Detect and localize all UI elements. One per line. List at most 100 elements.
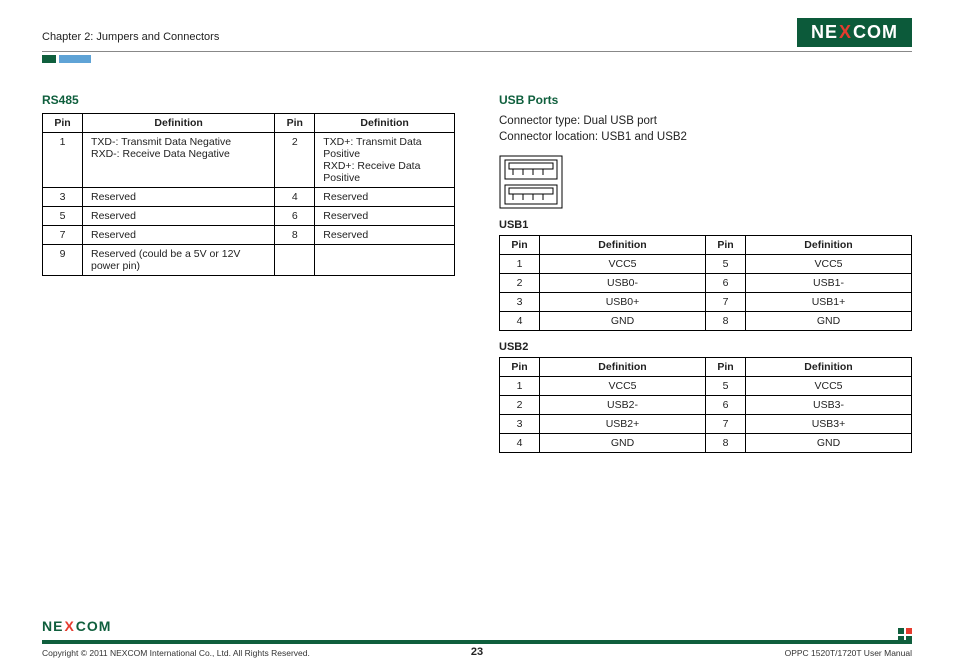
usb-desc-line2: Connector location: USB1 and USB2 bbox=[499, 131, 687, 143]
th-def: Definition bbox=[540, 358, 706, 377]
definition-cell: USB2- bbox=[540, 396, 706, 415]
definition-cell: Reserved bbox=[83, 188, 275, 207]
pin-cell: 5 bbox=[706, 255, 746, 274]
definition-cell: USB3- bbox=[746, 396, 912, 415]
usb1-table: Pin Definition Pin Definition 1VCC55VCC5… bbox=[499, 235, 912, 331]
pin-cell: 2 bbox=[500, 396, 540, 415]
th-def: Definition bbox=[540, 236, 706, 255]
definition-cell: VCC5 bbox=[746, 377, 912, 396]
th-pin: Pin bbox=[500, 358, 540, 377]
brand-logo: NEXCOM bbox=[797, 18, 912, 47]
pin-cell: 4 bbox=[500, 312, 540, 331]
definition-cell: Reserved bbox=[315, 207, 455, 226]
manual-name: OPPC 1520T/1720T User Manual bbox=[785, 648, 912, 658]
table-row: 5Reserved6Reserved bbox=[43, 207, 455, 226]
definition-cell: Reserved (could be a 5V or 12V power pin… bbox=[83, 245, 275, 276]
table-row: 1TXD-: Transmit Data NegativeRXD-: Recei… bbox=[43, 133, 455, 188]
th-def: Definition bbox=[746, 358, 912, 377]
table-row: 1VCC55VCC5 bbox=[500, 377, 912, 396]
pin-cell: 4 bbox=[275, 188, 315, 207]
th-pin: Pin bbox=[706, 236, 746, 255]
pin-cell: 6 bbox=[275, 207, 315, 226]
th-pin: Pin bbox=[275, 114, 315, 133]
definition-cell: Reserved bbox=[83, 226, 275, 245]
definition-cell: USB1+ bbox=[746, 293, 912, 312]
pin-cell: 2 bbox=[500, 274, 540, 293]
usb2-table: Pin Definition Pin Definition 1VCC55VCC5… bbox=[499, 357, 912, 453]
header-accent bbox=[42, 55, 912, 63]
usb2-title: USB2 bbox=[499, 341, 912, 353]
definition-cell: GND bbox=[746, 434, 912, 453]
pin-cell: 7 bbox=[706, 415, 746, 434]
th-pin: Pin bbox=[500, 236, 540, 255]
th-pin: Pin bbox=[706, 358, 746, 377]
pin-cell: 3 bbox=[500, 415, 540, 434]
pin-cell: 1 bbox=[500, 255, 540, 274]
definition-cell: GND bbox=[746, 312, 912, 331]
definition-cell: USB2+ bbox=[540, 415, 706, 434]
pin-cell: 5 bbox=[43, 207, 83, 226]
definition-cell: VCC5 bbox=[540, 377, 706, 396]
th-def: Definition bbox=[746, 236, 912, 255]
definition-cell: GND bbox=[540, 434, 706, 453]
usb-ports-title: USB Ports bbox=[499, 93, 912, 107]
rs485-title: RS485 bbox=[42, 93, 455, 107]
table-row: 2USB2-6USB3- bbox=[500, 396, 912, 415]
logo-text-post: COM bbox=[853, 22, 898, 43]
usb-connector-diagram bbox=[499, 155, 912, 209]
table-row: 3USB2+7USB3+ bbox=[500, 415, 912, 434]
pin-cell: 3 bbox=[43, 188, 83, 207]
definition-cell: USB3+ bbox=[746, 415, 912, 434]
pin-cell: 1 bbox=[43, 133, 83, 188]
definition-cell: USB0+ bbox=[540, 293, 706, 312]
usb-desc-line1: Connector type: Dual USB port bbox=[499, 115, 657, 127]
th-pin: Pin bbox=[43, 114, 83, 133]
pin-cell: 7 bbox=[706, 293, 746, 312]
definition-cell: USB0- bbox=[540, 274, 706, 293]
definition-cell: VCC5 bbox=[746, 255, 912, 274]
pin-cell bbox=[275, 245, 315, 276]
chapter-title: Chapter 2: Jumpers and Connectors bbox=[42, 31, 219, 47]
footer-bar bbox=[42, 640, 912, 644]
table-row: 9Reserved (could be a 5V or 12V power pi… bbox=[43, 245, 455, 276]
pin-cell: 6 bbox=[706, 274, 746, 293]
pin-cell: 8 bbox=[706, 434, 746, 453]
table-row: 4GND8GND bbox=[500, 312, 912, 331]
logo-text-x: X bbox=[839, 22, 852, 43]
copyright-text: Copyright © 2011 NEXCOM International Co… bbox=[42, 648, 310, 658]
table-row: 1VCC55VCC5 bbox=[500, 255, 912, 274]
definition-cell: Reserved bbox=[315, 226, 455, 245]
table-row: 4GND8GND bbox=[500, 434, 912, 453]
definition-cell: Reserved bbox=[315, 188, 455, 207]
pin-cell: 1 bbox=[500, 377, 540, 396]
pin-cell: 3 bbox=[500, 293, 540, 312]
pin-cell: 5 bbox=[706, 377, 746, 396]
definition-cell: TXD-: Transmit Data NegativeRXD-: Receiv… bbox=[83, 133, 275, 188]
definition-cell bbox=[315, 245, 455, 276]
table-row: 7Reserved8Reserved bbox=[43, 226, 455, 245]
pin-cell: 4 bbox=[500, 434, 540, 453]
pin-cell: 8 bbox=[706, 312, 746, 331]
table-row: 3USB0+7USB1+ bbox=[500, 293, 912, 312]
definition-cell: GND bbox=[540, 312, 706, 331]
table-row: 3Reserved4Reserved bbox=[43, 188, 455, 207]
pin-cell: 6 bbox=[706, 396, 746, 415]
page-number: 23 bbox=[471, 646, 483, 658]
pin-cell: 8 bbox=[275, 226, 315, 245]
definition-cell: USB1- bbox=[746, 274, 912, 293]
definition-cell: Reserved bbox=[83, 207, 275, 226]
pin-cell: 7 bbox=[43, 226, 83, 245]
usb1-title: USB1 bbox=[499, 219, 912, 231]
rs485-table: Pin Definition Pin Definition 1TXD-: Tra… bbox=[42, 113, 455, 276]
definition-cell: TXD+: Transmit Data PositiveRXD+: Receiv… bbox=[315, 133, 455, 188]
pin-cell: 2 bbox=[275, 133, 315, 188]
pin-cell: 9 bbox=[43, 245, 83, 276]
table-row: 2USB0-6USB1- bbox=[500, 274, 912, 293]
footer-logo: NEXCOM bbox=[42, 618, 111, 634]
header-rule bbox=[42, 51, 912, 52]
definition-cell: VCC5 bbox=[540, 255, 706, 274]
logo-text-pre: NE bbox=[811, 22, 838, 43]
th-def: Definition bbox=[315, 114, 455, 133]
usb-description: Connector type: Dual USB port Connector … bbox=[499, 113, 912, 145]
th-def: Definition bbox=[83, 114, 275, 133]
